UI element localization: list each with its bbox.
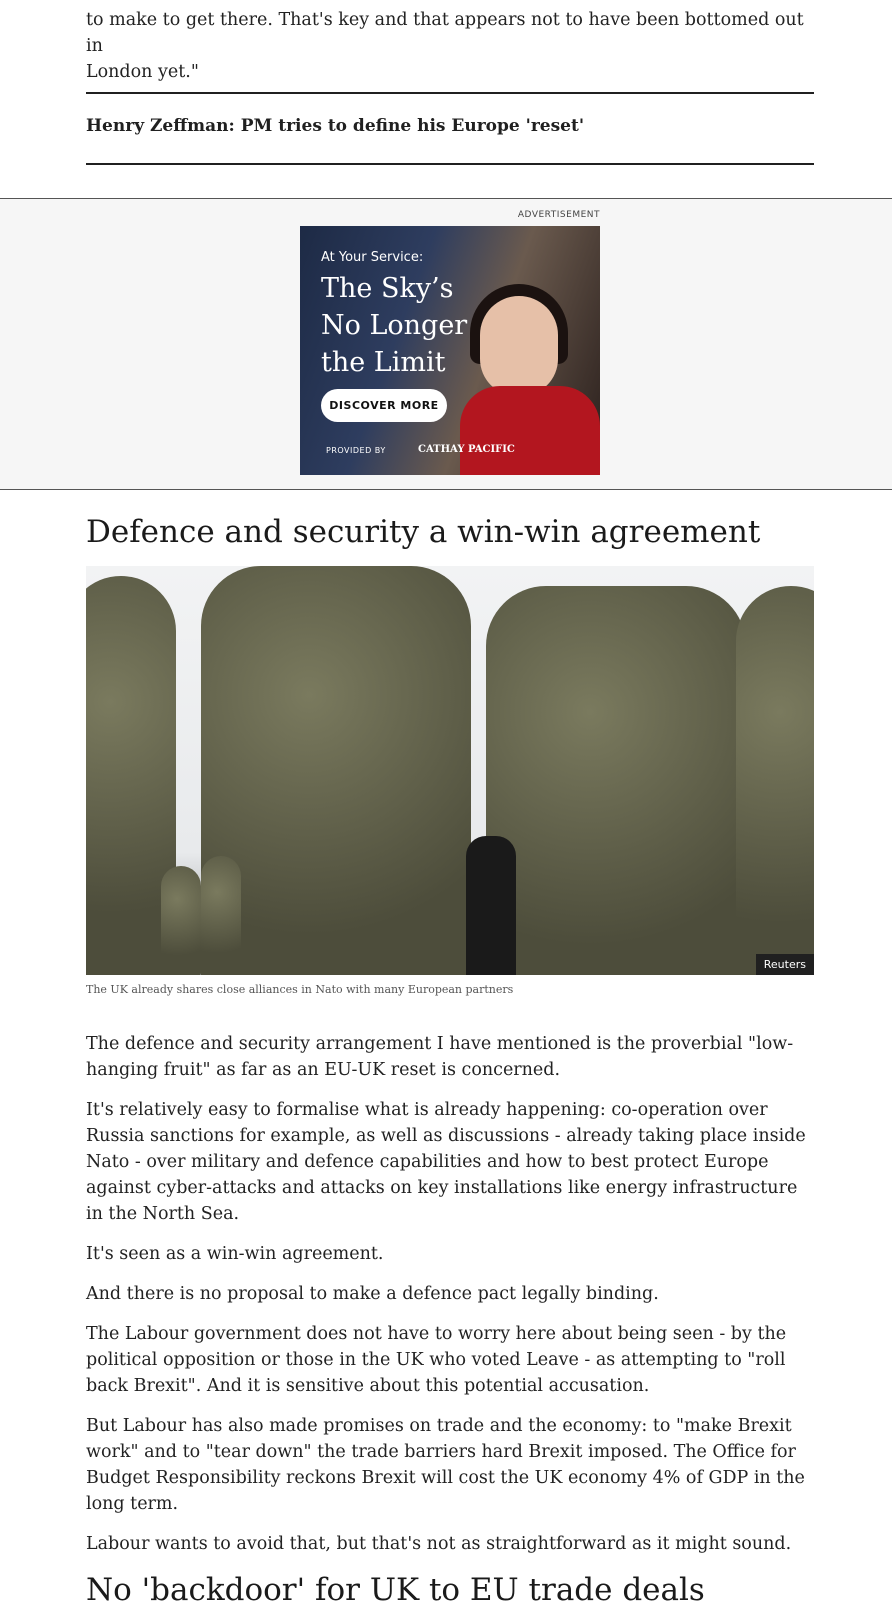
paragraph-line: London yet." (86, 62, 199, 82)
divider (86, 92, 814, 94)
ad-image-uniform (460, 386, 600, 475)
image-caption: The UK already shares close alliances in… (86, 983, 514, 996)
paragraph: The Labour government does not have to w… (86, 1324, 787, 1396)
paragraph: And there is no proposal to make a defen… (86, 1284, 659, 1304)
ad-brand-logo: CATHAY PACIFIC (418, 444, 515, 455)
related-article-link[interactable]: Henry Zeffman: PM tries to define his Eu… (86, 116, 584, 136)
paragraph: But Labour has also made promises on tra… (86, 1416, 805, 1514)
intro-tail: to make to get there. That's key and tha… (86, 7, 814, 85)
advertisement[interactable]: At Your Service: The Sky’s No Longer the… (300, 226, 600, 475)
advertisement-label: ADVERTISEMENT (517, 210, 600, 220)
paragraph: The defence and security arrangement I h… (86, 1034, 794, 1080)
paragraph: It's seen as a win-win agreement. (86, 1244, 384, 1264)
paragraph-line: to make to get there. That's key and tha… (86, 10, 804, 56)
article-image: Reuters (86, 566, 814, 975)
paragraph: It's relatively easy to formalise what i… (86, 1100, 806, 1224)
image-credit: Reuters (755, 954, 814, 975)
section-heading: Defence and security a win-win agreement (86, 514, 761, 550)
section-heading: No 'backdoor' for UK to EU trade deals (86, 1572, 705, 1608)
ad-headline: The Sky’s No Longer the Limit (321, 273, 468, 378)
paragraph: Labour wants to avoid that, but that's n… (86, 1534, 792, 1554)
article-body: The defence and security arrangement I h… (86, 1031, 814, 1609)
ad-kicker: At Your Service: (321, 250, 424, 265)
advertisement-band: ADVERTISEMENT At Your Service: The Sky’s… (0, 198, 892, 490)
divider (86, 163, 814, 165)
ad-provided-by: PROVIDED BY (326, 446, 386, 455)
discover-more-button[interactable]: DISCOVER MORE (321, 389, 447, 422)
